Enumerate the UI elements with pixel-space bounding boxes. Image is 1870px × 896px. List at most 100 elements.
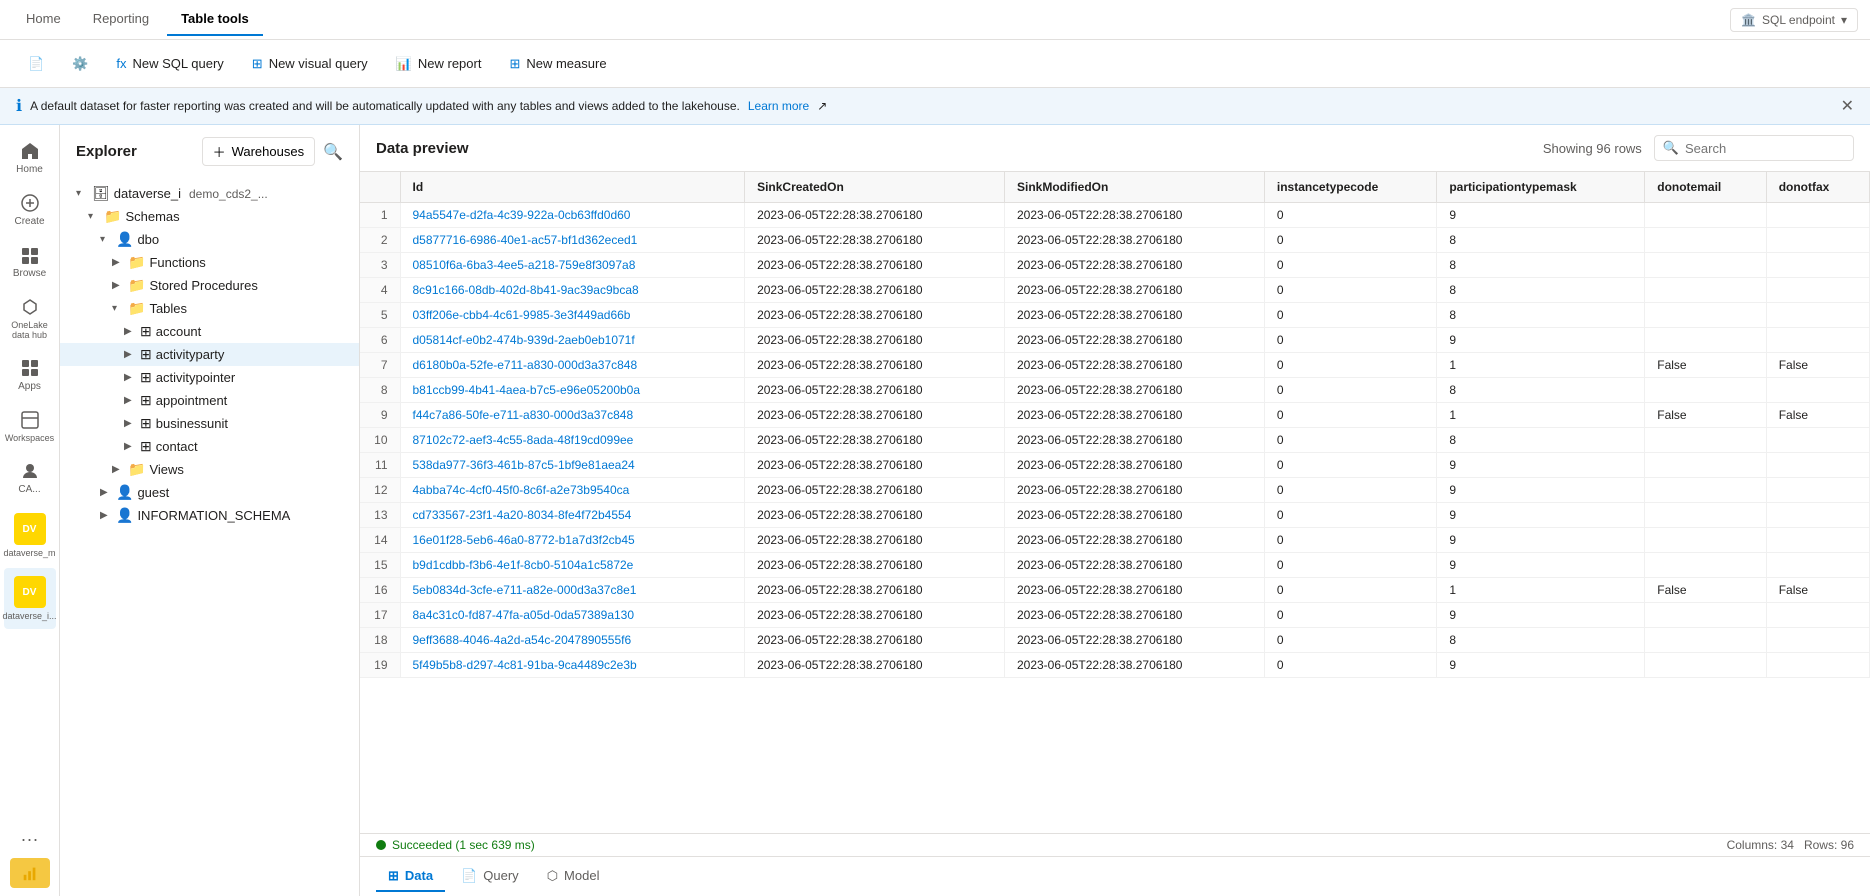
columns-rows-info: Columns: 34 Rows: 96 xyxy=(1727,838,1854,852)
table-header-row: Id SinkCreatedOn SinkModifiedOn instance… xyxy=(360,172,1870,203)
cell-instance: 0 xyxy=(1264,328,1436,353)
new-visual-query-button[interactable]: ⊞ New visual query xyxy=(240,50,380,78)
main-content: Home Create Browse OneLake data hub Apps… xyxy=(0,125,1870,896)
table-row[interactable]: 5 03ff206e-cbb4-4c61-9985-3e3f449ad66b 2… xyxy=(360,303,1870,328)
settings-button[interactable]: ⚙️ xyxy=(60,50,100,78)
success-dot xyxy=(376,840,386,850)
cell-id: f44c7a86-50fe-e711-a830-000d3a37c848 xyxy=(400,403,745,428)
sidebar-item-browse[interactable]: Browse xyxy=(4,237,56,287)
table-activitypointer-node[interactable]: ▶ ⊞ activitypointer xyxy=(60,366,359,389)
tab-table-tools[interactable]: Table tools xyxy=(167,3,263,36)
new-file-button[interactable]: 📄 xyxy=(16,50,56,78)
businessunit-label: businessunit xyxy=(156,416,228,431)
table-row[interactable]: 4 8c91c166-08db-402d-8b41-9ac39ac9bca8 2… xyxy=(360,278,1870,303)
table-row[interactable]: 10 87102c72-aef3-4c55-8ada-48f19cd099ee … xyxy=(360,428,1870,453)
cell-donotemail xyxy=(1645,228,1766,253)
table-account-node[interactable]: ▶ ⊞ account xyxy=(60,320,359,343)
cell-instance: 0 xyxy=(1264,578,1436,603)
tab-home[interactable]: Home xyxy=(12,3,75,36)
table-row[interactable]: 14 16e01f28-5eb6-46a0-8772-b1a7d3f2cb45 … xyxy=(360,528,1870,553)
table-row[interactable]: 9 f44c7a86-50fe-e711-a830-000d3a37c848 2… xyxy=(360,403,1870,428)
cell-instance: 0 xyxy=(1264,353,1436,378)
dataverse-m-icon: DV xyxy=(14,513,46,545)
stored-procedures-node[interactable]: ▶ 📁 Stored Procedures xyxy=(60,274,359,297)
table-activityparty-node[interactable]: ▶ ⊞ activityparty xyxy=(60,343,359,366)
table-row[interactable]: 15 b9d1cdbb-f3b6-4e1f-8cb0-5104a1c5872e … xyxy=(360,553,1870,578)
tab-query[interactable]: 📄 Query xyxy=(449,862,531,892)
tree-root-node[interactable]: ▾ 🗄 dataverse_i demo_cds2_... xyxy=(60,182,359,205)
table-row[interactable]: 2 d5877716-6986-40e1-ac57-bf1d362eced1 2… xyxy=(360,228,1870,253)
table-row[interactable]: 16 5eb0834d-3cfe-e711-a82e-000d3a37c8e1 … xyxy=(360,578,1870,603)
table-row[interactable]: 18 9eff3688-4046-4a2d-a54c-2047890555f6 … xyxy=(360,628,1870,653)
cell-participation: 8 xyxy=(1437,378,1645,403)
sql-endpoint-badge[interactable]: 🏛️ SQL endpoint ▾ xyxy=(1730,8,1858,32)
info-close-button[interactable]: ✕ xyxy=(1841,96,1854,116)
cell-sink-created: 2023-06-05T22:28:38.2706180 xyxy=(745,578,1005,603)
sidebar-item-workspaces[interactable]: Workspaces xyxy=(4,402,56,451)
table-row[interactable]: 13 cd733567-23f1-4a20-8034-8fe4f72b4554 … xyxy=(360,503,1870,528)
table-businessunit-node[interactable]: ▶ ⊞ businessunit xyxy=(60,412,359,435)
new-sql-query-button[interactable]: fx New SQL query xyxy=(104,50,235,77)
table-row[interactable]: 19 5f49b5b8-d297-4c81-91ba-9ca4489c2e3b … xyxy=(360,653,1870,678)
cell-instance: 0 xyxy=(1264,528,1436,553)
chevron-down-icon: ▾ xyxy=(88,211,100,222)
table-contact-node[interactable]: ▶ ⊞ contact xyxy=(60,435,359,458)
account-label: account xyxy=(156,324,202,339)
guest-node[interactable]: ▶ 👤 guest xyxy=(60,481,359,504)
table-row[interactable]: 8 b81ccb99-4b41-4aea-b7c5-e96e05200b0a 2… xyxy=(360,378,1870,403)
cell-id: 08510f6a-6ba3-4ee5-a218-759e8f3097a8 xyxy=(400,253,745,278)
information-schema-node[interactable]: ▶ 👤 INFORMATION_SCHEMA xyxy=(60,504,359,527)
chevron-right-icon: ▶ xyxy=(124,441,136,452)
schemas-node[interactable]: ▾ 📁 Schemas xyxy=(60,205,359,228)
explorer-search-button[interactable]: 🔍 xyxy=(323,142,343,162)
sidebar-item-create[interactable]: Create xyxy=(4,185,56,235)
sidebar-item-dataverse-m[interactable]: DV dataverse_m xyxy=(4,505,56,566)
search-input[interactable] xyxy=(1685,141,1845,156)
tab-model[interactable]: ⬡ Model xyxy=(535,862,612,892)
new-measure-button[interactable]: ⊞ New measure xyxy=(497,50,618,78)
new-report-button[interactable]: 📊 New report xyxy=(384,50,494,78)
cell-sink-modified: 2023-06-05T22:28:38.2706180 xyxy=(1004,203,1264,228)
explorer-tree: ▾ 🗄 dataverse_i demo_cds2_... ▾ 📁 Schema… xyxy=(60,178,359,896)
activitypointer-label: activitypointer xyxy=(156,370,235,385)
sidebar-item-home[interactable]: Home xyxy=(4,133,56,183)
status-success: Succeeded (1 sec 639 ms) xyxy=(376,838,535,852)
table-row[interactable]: 3 08510f6a-6ba3-4ee5-a218-759e8f3097a8 2… xyxy=(360,253,1870,278)
views-node[interactable]: ▶ 📁 Views xyxy=(60,458,359,481)
cell-sink-modified: 2023-06-05T22:28:38.2706180 xyxy=(1004,303,1264,328)
cell-participation: 9 xyxy=(1437,328,1645,353)
cell-id: 8a4c31c0-fd87-47fa-a05d-0da57389a130 xyxy=(400,603,745,628)
search-icon: 🔍 xyxy=(1663,140,1679,156)
tables-node[interactable]: ▾ 📁 Tables xyxy=(60,297,359,320)
sidebar-item-dataverse-i[interactable]: DV dataverse_i... xyxy=(4,568,56,629)
table-row[interactable]: 11 538da977-36f3-461b-87c5-1bf9e81aea24 … xyxy=(360,453,1870,478)
table-row[interactable]: 6 d05814cf-e0b2-474b-939d-2aeb0eb1071f 2… xyxy=(360,328,1870,353)
sidebar-item-onelake[interactable]: OneLake data hub xyxy=(4,289,56,348)
table-row[interactable]: 7 d6180b0a-52fe-e711-a830-000d3a37c848 2… xyxy=(360,353,1870,378)
cell-donotemail xyxy=(1645,528,1766,553)
cell-participation: 9 xyxy=(1437,603,1645,628)
cell-row-num: 2 xyxy=(360,228,400,253)
table-row[interactable]: 12 4abba74c-4cf0-45f0-8c6f-a2e73b9540ca … xyxy=(360,478,1870,503)
cell-id: 03ff206e-cbb4-4c61-9985-3e3f449ad66b xyxy=(400,303,745,328)
table-row[interactable]: 17 8a4c31c0-fd87-47fa-a05d-0da57389a130 … xyxy=(360,603,1870,628)
cell-instance: 0 xyxy=(1264,503,1436,528)
col-id: Id xyxy=(400,172,745,203)
functions-node[interactable]: ▶ 📁 Functions xyxy=(60,251,359,274)
dbo-node[interactable]: ▾ 👤 dbo xyxy=(60,228,359,251)
warehouses-button[interactable]: ＋ Warehouses xyxy=(202,137,316,166)
table-row[interactable]: 1 94a5547e-d2fa-4c39-922a-0cb63ffd0d60 2… xyxy=(360,203,1870,228)
tab-reporting[interactable]: Reporting xyxy=(79,3,163,36)
sidebar-item-ca[interactable]: CA... xyxy=(4,453,56,503)
root-secondary: demo_cds2_... xyxy=(189,187,268,201)
learn-more-link[interactable]: Learn more xyxy=(748,99,809,113)
gear-icon: ⚙️ xyxy=(72,56,88,72)
cell-sink-modified: 2023-06-05T22:28:38.2706180 xyxy=(1004,528,1264,553)
cell-sink-modified: 2023-06-05T22:28:38.2706180 xyxy=(1004,653,1264,678)
table-appointment-node[interactable]: ▶ ⊞ appointment xyxy=(60,389,359,412)
more-options-button[interactable]: ··· xyxy=(13,825,47,854)
tab-data[interactable]: ⊞ Data xyxy=(376,862,445,892)
sidebar-item-apps[interactable]: Apps xyxy=(4,350,56,400)
cell-id: d05814cf-e0b2-474b-939d-2aeb0eb1071f xyxy=(400,328,745,353)
search-box[interactable]: 🔍 xyxy=(1654,135,1854,161)
